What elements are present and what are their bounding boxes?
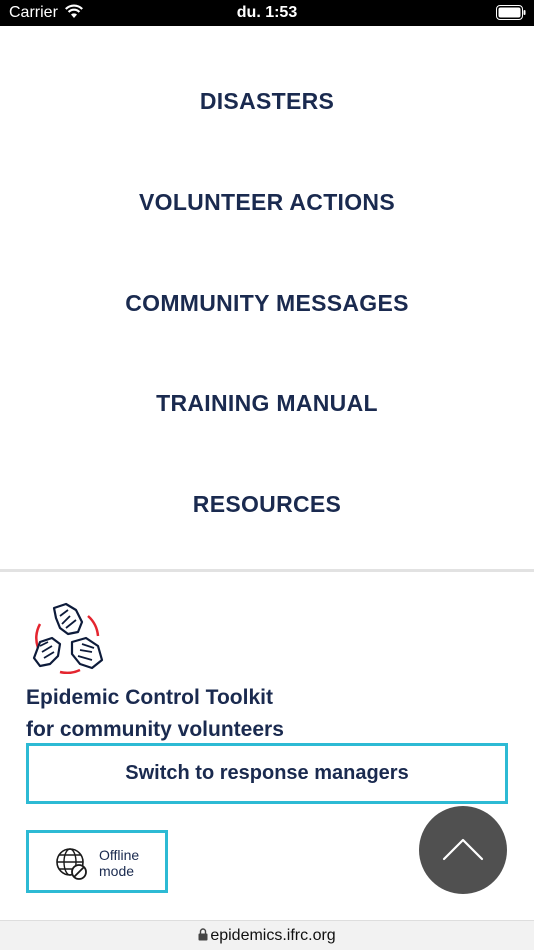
chevron-up-icon	[442, 838, 484, 861]
offline-label-line1: Offline	[99, 847, 140, 863]
browser-address-bar[interactable]: epidemics.ifrc.org	[0, 920, 534, 950]
toolkit-title-line1: Epidemic Control Toolkit	[26, 686, 273, 709]
offline-mode-button[interactable]: Offline mode	[26, 830, 168, 893]
nav-item-disasters[interactable]: DISASTERS	[0, 88, 534, 115]
url-text: epidemics.ifrc.org	[210, 927, 336, 944]
address-url[interactable]: epidemics.ifrc.org	[0, 927, 534, 945]
nav-item-resources[interactable]: RESOURCES	[0, 491, 534, 518]
toolkit-title-line2: for community volunteers	[26, 718, 284, 741]
offline-label-line2: mode	[99, 863, 135, 879]
status-bar: Carrier du. 1:53	[0, 0, 534, 26]
clock: du. 1:53	[236, 4, 298, 21]
lock-icon	[198, 928, 208, 941]
nav-item-community-messages[interactable]: COMMUNITY MESSAGES	[0, 290, 534, 317]
offline-mode-label: Offline mode	[99, 847, 163, 879]
battery-icon	[496, 5, 526, 20]
section-divider	[0, 569, 534, 572]
switch-button-label: Switch to response managers	[125, 762, 409, 784]
switch-to-response-managers-button[interactable]: Switch to response managers	[26, 743, 508, 804]
toolkit-title: Epidemic Control Toolkit for community v…	[26, 682, 346, 746]
scroll-to-top-button[interactable]	[419, 806, 507, 894]
nav-item-training-manual[interactable]: TRAINING MANUAL	[0, 390, 534, 417]
nav-item-volunteer-actions[interactable]: VOLUNTEER ACTIONS	[0, 189, 534, 216]
hands-circle-logo-icon	[32, 602, 104, 674]
globe-offline-icon	[56, 848, 87, 880]
